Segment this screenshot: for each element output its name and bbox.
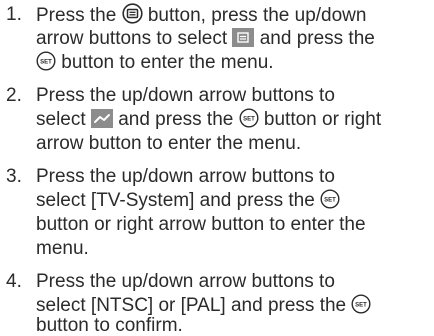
settings-tab-icon <box>90 109 113 128</box>
set-button-icon: SET <box>351 294 371 314</box>
menu-button-icon <box>121 3 143 24</box>
instruction-steps: 1. Press the button, press the up/down a… <box>0 0 434 336</box>
set-button-icon: SET <box>320 189 340 209</box>
step-line: Press the up/down arrow buttons to <box>36 85 335 106</box>
step-number: 2. <box>6 85 22 106</box>
set-button-icon: SET <box>239 108 259 128</box>
step-number: 4. <box>6 271 22 292</box>
step-line: Press the up/down arrow buttons to <box>36 271 335 292</box>
step-line: button or right arrow button to enter th… <box>36 214 366 235</box>
step-line: arrow buttons to select and press the <box>36 28 375 49</box>
menu-tab-icon <box>232 28 255 47</box>
step-line: select and press the SET button or right <box>36 108 382 130</box>
svg-text:SET: SET <box>243 116 255 122</box>
svg-text:SET: SET <box>40 59 52 65</box>
step-line: menu. <box>36 238 89 259</box>
step-line: arrow button to enter the menu. <box>36 133 302 154</box>
step-number: 1. <box>6 4 22 25</box>
svg-text:SET: SET <box>324 197 336 203</box>
step-number: 3. <box>6 166 22 187</box>
svg-text:SET: SET <box>356 302 368 308</box>
step-line: Press the up/down arrow buttons to <box>36 166 335 187</box>
step-line: button to confirm. <box>36 315 183 336</box>
step-line: select [TV-System] and press the SET <box>36 189 340 213</box>
step-line: Press the button, press the up/down <box>36 3 367 26</box>
step-line: SET button to enter the menu. <box>36 51 274 75</box>
set-button-icon: SET <box>36 51 56 71</box>
